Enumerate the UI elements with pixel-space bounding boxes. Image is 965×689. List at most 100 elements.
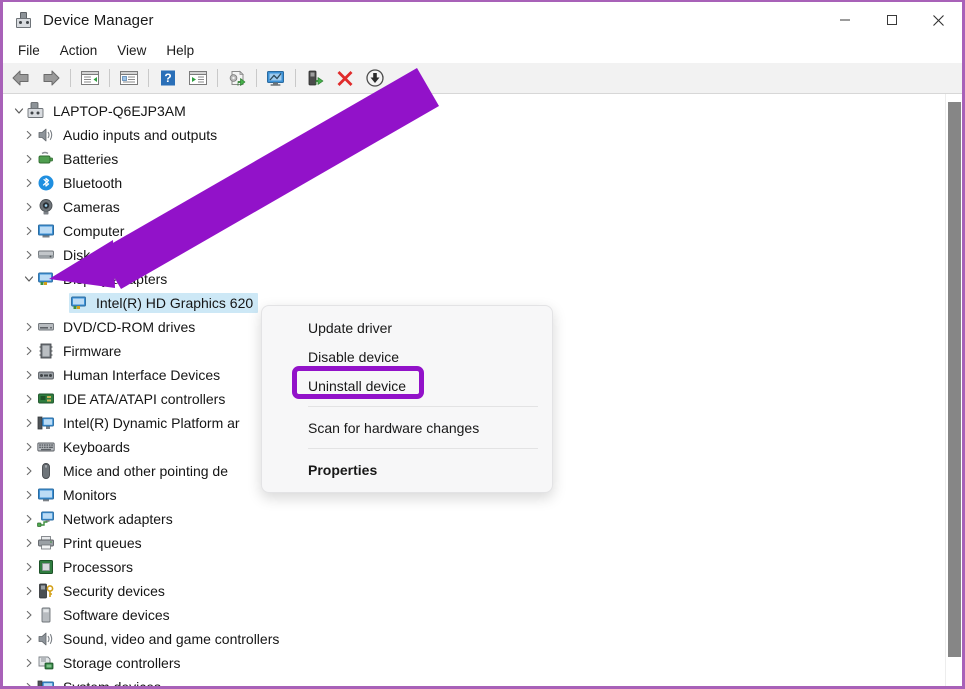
- selected-item-highlight[interactable]: Intel(R) HD Graphics 620: [69, 293, 259, 313]
- tree-item-label: Print queues: [63, 535, 142, 551]
- battery-icon: [37, 150, 58, 168]
- context-menu-item-scan-for-hardware-changes[interactable]: Scan for hardware changes: [262, 413, 552, 442]
- menu-item-view[interactable]: View: [107, 41, 156, 60]
- tree-item-computer[interactable]: Computer: [3, 219, 933, 243]
- tree-item-label: Firmware: [63, 343, 122, 359]
- chevron-right-icon[interactable]: [20, 243, 37, 267]
- mouse-icon: [37, 462, 58, 480]
- network-adapter-icon: [37, 510, 58, 528]
- chevron-down-icon[interactable]: [10, 99, 27, 123]
- chevron-right-icon[interactable]: [20, 555, 37, 579]
- chevron-right-icon[interactable]: [20, 339, 37, 363]
- chevron-right-icon[interactable]: [20, 315, 37, 339]
- tree-item-cameras[interactable]: Cameras: [3, 195, 933, 219]
- maximize-icon[interactable]: [868, 2, 915, 38]
- tree-item-batteries[interactable]: Batteries: [3, 147, 933, 171]
- tree-item-label: Intel(R) Dynamic Platform ar: [63, 415, 240, 431]
- tree-item-system-devices[interactable]: System devices: [3, 675, 933, 686]
- tree-item-bluetooth[interactable]: Bluetooth: [3, 171, 933, 195]
- back-arrow-icon[interactable]: [7, 65, 35, 91]
- tree-item-print-queues[interactable]: Print queues: [3, 531, 933, 555]
- tree-item-security-devices[interactable]: Security devices: [3, 579, 933, 603]
- tree-item-audio-inputs-and-outputs[interactable]: Audio inputs and outputs: [3, 123, 933, 147]
- chevron-right-icon[interactable]: [20, 435, 37, 459]
- properties-window-icon[interactable]: [115, 65, 143, 91]
- printer-icon: [37, 534, 58, 552]
- chevron-right-icon[interactable]: [20, 579, 37, 603]
- scan-monitor-icon[interactable]: [262, 65, 290, 91]
- chevron-right-icon[interactable]: [20, 123, 37, 147]
- chevron-right-icon[interactable]: [20, 603, 37, 627]
- disk-drive-icon: [37, 246, 58, 264]
- menu-item-action[interactable]: Action: [50, 41, 108, 60]
- chevron-right-icon[interactable]: [20, 483, 37, 507]
- chevron-right-icon[interactable]: [20, 387, 37, 411]
- chevron-right-icon[interactable]: [20, 627, 37, 651]
- tree-item-label: Batteries: [63, 151, 119, 167]
- computer-root-icon: [27, 102, 48, 120]
- menu-item-file[interactable]: File: [8, 41, 50, 60]
- red-x-icon[interactable]: [331, 65, 359, 91]
- chevron-right-icon[interactable]: [20, 507, 37, 531]
- chevron-right-icon[interactable]: [20, 531, 37, 555]
- down-arrow-circle-icon[interactable]: [361, 65, 389, 91]
- chevron-right-icon[interactable]: [20, 363, 37, 387]
- chevron-right-icon[interactable]: [20, 651, 37, 675]
- title-bar: Device Manager: [3, 2, 962, 38]
- toolbar-separator: [148, 69, 149, 87]
- device-manager-icon: [15, 11, 32, 29]
- tree-item-display-adapters[interactable]: Display adapters: [3, 267, 933, 291]
- dvd-drive-icon: [37, 318, 58, 336]
- toolbar-separator: [109, 69, 110, 87]
- context-menu-item-properties[interactable]: Properties: [262, 455, 552, 484]
- processor-icon: [37, 558, 58, 576]
- close-icon[interactable]: [915, 2, 962, 38]
- tree-item-sound-video-and-game-controllers[interactable]: Sound, video and game controllers: [3, 627, 933, 651]
- context-menu-item-update-driver[interactable]: Update driver: [262, 313, 552, 342]
- tree-item-label: Bluetooth: [63, 175, 123, 191]
- tree-item-root[interactable]: LAPTOP-Q6EJP3AM: [3, 99, 933, 123]
- firmware-icon: [37, 342, 58, 360]
- tree-item-disk-drives[interactable]: Disk drives: [3, 243, 933, 267]
- tree-item-label: Security devices: [63, 583, 165, 599]
- device-manager-window: Device Manager File Action View Help ? L…: [0, 0, 965, 689]
- chevron-right-icon[interactable]: [20, 195, 37, 219]
- help-question-icon[interactable]: ?: [154, 65, 182, 91]
- update-driver-icon[interactable]: [223, 65, 251, 91]
- action-pane-icon[interactable]: [184, 65, 212, 91]
- chevron-down-icon[interactable]: [20, 267, 37, 291]
- menu-bar: File Action View Help: [3, 38, 962, 63]
- scrollbar-thumb[interactable]: [948, 102, 961, 657]
- storage-controller-icon: [37, 654, 58, 672]
- minimize-icon[interactable]: [821, 2, 868, 38]
- chevron-right-icon[interactable]: [20, 219, 37, 243]
- tree-item-label: Sound, video and game controllers: [63, 631, 280, 647]
- tree-item-network-adapters[interactable]: Network adapters: [3, 507, 933, 531]
- display-adapter-icon: [37, 270, 58, 288]
- tree-item-processors[interactable]: Processors: [3, 555, 933, 579]
- tree-item-software-devices[interactable]: Software devices: [3, 603, 933, 627]
- context-menu-item-uninstall-device[interactable]: Uninstall device: [262, 371, 552, 400]
- toolbar-separator: [295, 69, 296, 87]
- chevron-right-icon[interactable]: [20, 675, 37, 686]
- hid-icon: [37, 366, 58, 384]
- tree-item-label: Display adapters: [63, 271, 168, 287]
- context-menu-item-disable-device[interactable]: Disable device: [262, 342, 552, 371]
- graphics-adapter-icon: [70, 294, 91, 312]
- chevron-right-icon[interactable]: [20, 411, 37, 435]
- chevron-right-icon[interactable]: [20, 147, 37, 171]
- menu-item-help[interactable]: Help: [156, 41, 204, 60]
- chevron-right-icon[interactable]: [20, 459, 37, 483]
- forward-arrow-icon[interactable]: [37, 65, 65, 91]
- toolbar-separator: [256, 69, 257, 87]
- vertical-scrollbar[interactable]: [945, 94, 962, 686]
- software-device-icon: [37, 606, 58, 624]
- computer-icon: [37, 222, 58, 240]
- tree-item-storage-controllers[interactable]: Storage controllers: [3, 651, 933, 675]
- console-tree-icon[interactable]: [76, 65, 104, 91]
- window-title: Device Manager: [43, 11, 154, 29]
- sound-video-game-icon: [37, 630, 58, 648]
- context-menu-separator: [308, 406, 538, 407]
- chevron-right-icon[interactable]: [20, 171, 37, 195]
- enable-device-icon[interactable]: [301, 65, 329, 91]
